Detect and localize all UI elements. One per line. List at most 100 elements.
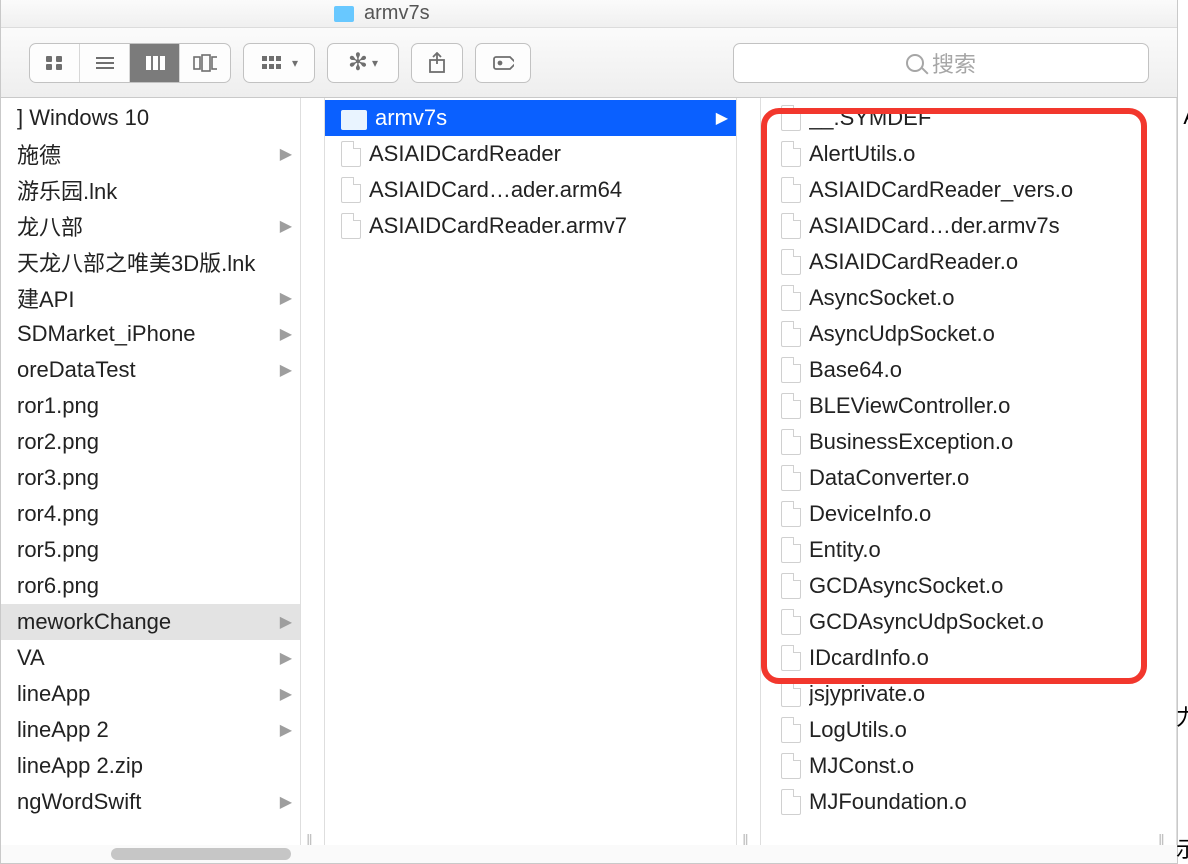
list-item[interactable]: Base64.o: [761, 352, 1153, 388]
list-item[interactable]: ASIAIDCard…ader.arm64: [325, 172, 736, 208]
list-item[interactable]: 龙八部 ▶: [1, 208, 300, 244]
item-label: LogUtils.o: [809, 717, 1145, 743]
list-item[interactable]: AsyncSocket.o: [761, 280, 1153, 316]
list-item[interactable]: armv7s▶: [325, 100, 736, 136]
tags-button[interactable]: [475, 43, 531, 83]
column-1: ] Windows 10施德▶游乐园.lnk龙八部 ▶ 天龙八部之唯美3D版.lnk…: [1, 98, 301, 863]
file-icon: [781, 141, 801, 167]
item-label: __.SYMDEF: [809, 105, 1145, 131]
column-divider[interactable]: ||: [301, 98, 325, 863]
file-icon: [781, 465, 801, 491]
list-item[interactable]: 施德▶: [1, 136, 300, 172]
file-icon: [781, 393, 801, 419]
file-icon: [781, 501, 801, 527]
list-item[interactable]: 天龙八部之唯美3D版.lnk: [1, 244, 300, 280]
action-menu-button[interactable]: ✻ ▾: [327, 43, 399, 83]
chevron-right-icon: ▶: [280, 684, 292, 704]
file-icon: [781, 249, 801, 275]
list-item[interactable]: __.SYMDEF: [761, 100, 1153, 136]
list-item[interactable]: VA▶: [1, 640, 300, 676]
list-item[interactable]: AsyncUdpSocket.o: [761, 316, 1153, 352]
list-item[interactable]: Entity.o: [761, 532, 1153, 568]
tag-icon: [492, 54, 514, 72]
chevron-right-icon: ▶: [280, 216, 292, 236]
item-label: ror4.png: [17, 501, 292, 527]
list-item[interactable]: lineApp 2.zip: [1, 748, 300, 784]
adjacent-window-text: A: [1183, 104, 1188, 130]
list-item[interactable]: ASIAIDCard…der.armv7s: [761, 208, 1153, 244]
column-divider[interactable]: ||: [1153, 98, 1177, 863]
search-placeholder: 搜索: [932, 47, 976, 79]
item-label: Base64.o: [809, 357, 1145, 383]
scrollbar-thumb[interactable]: [111, 848, 291, 860]
column-browser: ] Windows 10施德▶游乐园.lnk龙八部 ▶ 天龙八部之唯美3D版.lnk…: [1, 98, 1177, 863]
list-item[interactable]: MJFoundation.o: [761, 784, 1153, 820]
file-icon: [781, 357, 801, 383]
list-item[interactable]: GCDAsyncUdpSocket.o: [761, 604, 1153, 640]
view-list-button[interactable]: [80, 44, 130, 82]
item-label: ror5.png: [17, 537, 292, 563]
view-icon-button[interactable]: [30, 44, 80, 82]
chevron-right-icon: ▶: [280, 144, 292, 164]
list-item[interactable]: meworkChange ▶: [1, 604, 300, 640]
item-label: 龙八部: [17, 210, 274, 242]
list-item[interactable]: lineApp▶: [1, 676, 300, 712]
list-item[interactable]: AlertUtils.o: [761, 136, 1153, 172]
item-label: AsyncUdpSocket.o: [809, 321, 1145, 347]
list-item[interactable]: oreDataTest▶: [1, 352, 300, 388]
list-item[interactable]: jsjyprivate.o: [761, 676, 1153, 712]
view-column-button[interactable]: [130, 44, 180, 82]
list-item[interactable]: IDcardInfo.o: [761, 640, 1153, 676]
list-item[interactable]: ror3.png: [1, 460, 300, 496]
list-item[interactable]: ASIAIDCardReader_vers.o: [761, 172, 1153, 208]
search-field[interactable]: 搜索: [733, 43, 1149, 83]
item-label: ngWordSwift: [17, 789, 274, 815]
list-item[interactable]: ror2.png: [1, 424, 300, 460]
list-item[interactable]: ror6.png: [1, 568, 300, 604]
list-item[interactable]: ror5.png: [1, 532, 300, 568]
chevron-right-icon: ▶: [280, 720, 292, 740]
list-item[interactable]: BLEViewController.o: [761, 388, 1153, 424]
item-label: AsyncSocket.o: [809, 285, 1145, 311]
horizontal-scrollbar[interactable]: [1, 845, 1177, 863]
folder-icon: [341, 110, 367, 130]
item-label: ASIAIDCardReader_vers.o: [809, 177, 1145, 203]
chevron-down-icon: ▾: [292, 56, 298, 70]
column-divider[interactable]: ||: [737, 98, 761, 863]
file-icon: [781, 285, 801, 311]
arrange-button[interactable]: ▾: [244, 44, 314, 82]
list-item[interactable]: ngWordSwift▶: [1, 784, 300, 820]
item-label: oreDataTest: [17, 357, 274, 383]
list-item[interactable]: DeviceInfo.o: [761, 496, 1153, 532]
list-item[interactable]: ror1.png: [1, 388, 300, 424]
chevron-right-icon: ▶: [280, 612, 292, 632]
list-item[interactable]: ror4.png: [1, 496, 300, 532]
list-item[interactable]: DataConverter.o: [761, 460, 1153, 496]
list-item[interactable]: SDMarket_iPhone▶: [1, 316, 300, 352]
list-item[interactable]: ASIAIDCardReader: [325, 136, 736, 172]
share-button[interactable]: [411, 43, 463, 83]
list-item[interactable]: LogUtils.o: [761, 712, 1153, 748]
list-item[interactable]: MJConst.o: [761, 748, 1153, 784]
item-label: IDcardInfo.o: [809, 645, 1145, 671]
list-item[interactable]: 游乐园.lnk: [1, 172, 300, 208]
view-gallery-button[interactable]: [180, 44, 230, 82]
list-item[interactable]: 建API▶: [1, 280, 300, 316]
list-item[interactable]: GCDAsyncSocket.o: [761, 568, 1153, 604]
item-label: meworkChange: [17, 609, 274, 635]
list-item[interactable]: ASIAIDCardReader.o: [761, 244, 1153, 280]
item-label: MJFoundation.o: [809, 789, 1145, 815]
file-icon: [781, 609, 801, 635]
item-label: ror2.png: [17, 429, 292, 455]
file-icon: [781, 321, 801, 347]
list-item[interactable]: ASIAIDCardReader.armv7: [325, 208, 736, 244]
column-3: __.SYMDEF AlertUtils.o ASIAIDCardReader_ve…: [761, 98, 1153, 863]
list-item[interactable]: ] Windows 10: [1, 100, 300, 136]
chevron-right-icon: ▶: [280, 288, 292, 308]
item-label: SDMarket_iPhone: [17, 321, 274, 347]
item-label: MJConst.o: [809, 753, 1145, 779]
list-item[interactable]: lineApp 2 ▶: [1, 712, 300, 748]
list-item[interactable]: BusinessException.o: [761, 424, 1153, 460]
item-label: lineApp 2: [17, 717, 274, 743]
file-icon: [341, 177, 361, 203]
